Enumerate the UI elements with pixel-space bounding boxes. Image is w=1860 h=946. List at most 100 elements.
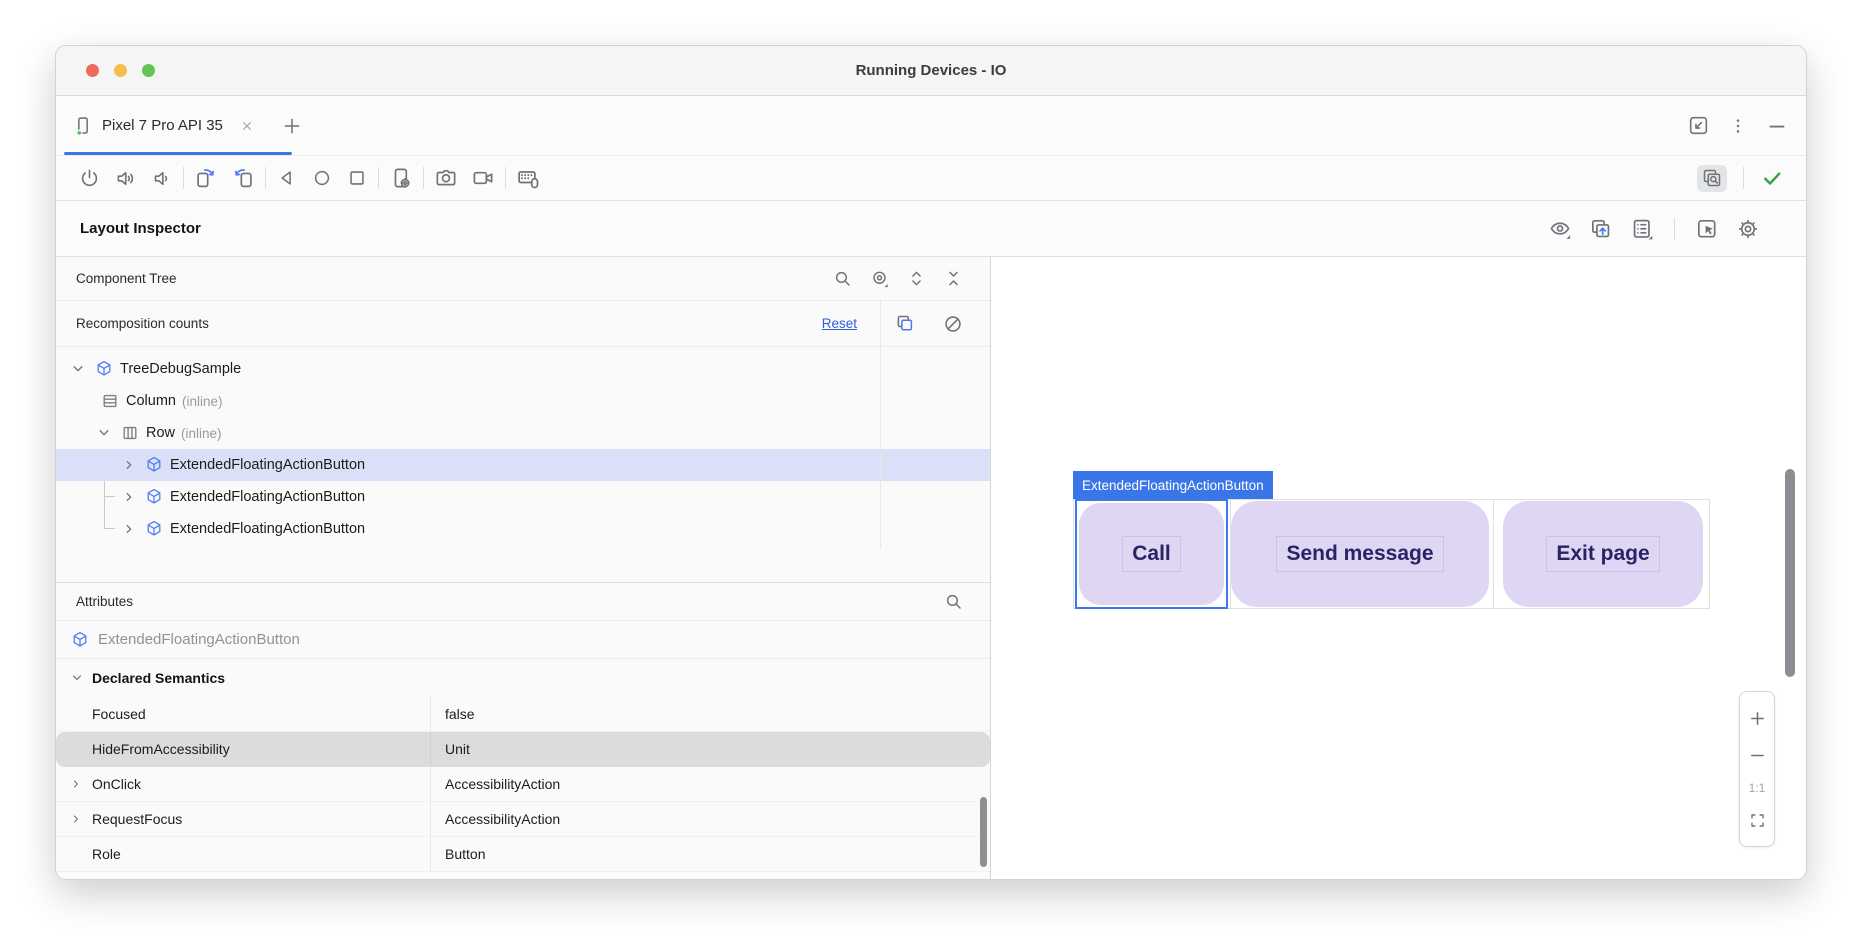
selection-label: ExtendedFloatingActionButton (1073, 471, 1273, 499)
chevron-down-icon[interactable] (68, 359, 88, 379)
chevron-right-icon[interactable] (68, 811, 84, 827)
select-component-icon[interactable] (1695, 217, 1719, 241)
tree-node-extendedfloatingactionbutton-1[interactable]: ExtendedFloatingActionButton (56, 449, 990, 481)
more-icon[interactable] (1728, 116, 1748, 136)
declared-semantics-section[interactable]: Declared Semantics (56, 659, 990, 697)
window-title: Running Devices - IO (56, 62, 1806, 79)
attr-row-hidefromaccessibility[interactable]: HideFromAccessibility Unit (56, 732, 990, 767)
running-devices-window: Running Devices - IO Pixel 7 Pro API 35 (55, 45, 1807, 880)
attributes-table: Focused false HideFromAccessibility Unit… (56, 697, 990, 872)
approve-icon[interactable] (1760, 166, 1784, 190)
tab-pixel-7-pro[interactable]: Pixel 7 Pro API 35 (56, 96, 261, 155)
phone-icon (72, 115, 94, 137)
tree-node-suffix: (inline) (182, 394, 223, 409)
tree-node-extendedfloatingactionbutton-3[interactable]: ExtendedFloatingActionButton (56, 513, 990, 545)
attr-name: HideFromAccessibility (56, 741, 430, 757)
exit-page-button-label: Exit page (1546, 536, 1659, 572)
compose-node-icon (144, 519, 164, 539)
volume-up-icon[interactable] (114, 167, 137, 190)
compose-node-icon (94, 359, 114, 379)
chevron-right-icon[interactable] (120, 520, 138, 538)
exit-page-button[interactable]: Exit page (1503, 501, 1703, 607)
send-message-button[interactable]: Send message (1231, 501, 1489, 607)
call-button[interactable]: Call (1079, 503, 1224, 605)
volume-down-icon[interactable] (150, 167, 173, 190)
power-icon[interactable] (78, 167, 101, 190)
preview-scrollbar[interactable] (1785, 469, 1795, 677)
layout-inspector-panel: Component Tree (56, 257, 991, 879)
dock-icon[interactable] (1687, 114, 1710, 137)
tree-node-label: Column (126, 393, 176, 409)
hardware-input-icon[interactable] (516, 166, 541, 191)
attr-row-focused[interactable]: Focused false (56, 697, 990, 732)
attributes-header: Attributes (56, 583, 990, 621)
tree-node-label: ExtendedFloatingActionButton (170, 521, 365, 537)
attr-name: Role (56, 846, 430, 862)
recomposition-counts-label: Recomposition counts (76, 316, 209, 331)
close-icon[interactable] (239, 118, 255, 134)
chevron-down-icon[interactable] (94, 423, 114, 443)
zoom-ratio-button[interactable]: 1:1 (1749, 781, 1766, 795)
layout-inspector-title: Layout Inspector (80, 220, 201, 237)
chevron-down-icon[interactable] (68, 669, 86, 687)
tree-node-label: Row (146, 425, 175, 441)
tree-options-icon[interactable] (1630, 217, 1654, 241)
device-preview: ExtendedFloatingActionButton Call Send m… (991, 257, 1806, 879)
expand-all-icon[interactable] (906, 268, 927, 289)
tree-node-treedebugsample[interactable]: TreeDebugSample (56, 353, 990, 385)
attr-row-requestfocus[interactable]: RequestFocus AccessibilityAction (56, 802, 990, 837)
attr-name: RequestFocus (56, 811, 430, 827)
collapse-all-icon[interactable] (943, 268, 964, 289)
visibility-icon[interactable] (1548, 217, 1572, 241)
chevron-right-icon[interactable] (68, 776, 84, 792)
device-settings-icon[interactable] (389, 166, 413, 190)
rotate-right-icon[interactable] (231, 166, 255, 190)
attr-row-onclick[interactable]: OnClick AccessibilityAction (56, 767, 990, 802)
attr-value: AccessibilityAction (430, 767, 990, 801)
screen-record-icon[interactable] (471, 166, 495, 190)
rotate-left-icon[interactable] (194, 166, 218, 190)
zoom-out-icon[interactable] (1747, 745, 1768, 766)
compose-node-icon (70, 630, 90, 650)
back-icon[interactable] (276, 167, 298, 189)
compose-node-icon (144, 455, 164, 475)
copy-icon[interactable] (894, 313, 916, 335)
tree-node-row[interactable]: Row (inline) (56, 417, 990, 449)
call-button-label: Call (1122, 536, 1181, 572)
tree-attributes-divider (56, 549, 990, 583)
ban-icon[interactable] (942, 313, 964, 335)
search-icon[interactable] (943, 591, 964, 612)
screenshot-icon[interactable] (434, 166, 458, 190)
export-snapshot-icon[interactable] (1589, 217, 1613, 241)
search-icon[interactable] (832, 268, 853, 289)
device-toolbar (56, 156, 1806, 201)
attributes-scrollbar[interactable] (980, 797, 987, 867)
zoom-in-icon[interactable] (1747, 708, 1768, 729)
tree-node-suffix: (inline) (181, 426, 222, 441)
attributes-title: Attributes (76, 594, 133, 609)
attr-value: Button (430, 837, 990, 871)
tree-node-extendedfloatingactionbutton-2[interactable]: ExtendedFloatingActionButton (56, 481, 990, 513)
tree-node-column[interactable]: Column (inline) (56, 385, 990, 417)
reset-link[interactable]: Reset (822, 316, 857, 331)
attr-row-role[interactable]: Role Button (56, 837, 990, 872)
highlight-options-icon[interactable] (869, 268, 890, 289)
plus-icon[interactable] (281, 115, 303, 137)
zoom-fit-icon[interactable] (1748, 811, 1767, 830)
column-icon (100, 391, 120, 411)
attr-value: Unit (430, 732, 990, 766)
tree-node-label: TreeDebugSample (120, 361, 241, 377)
compose-node-icon (144, 487, 164, 507)
layout-bounds-line (1493, 499, 1494, 609)
overview-icon[interactable] (346, 167, 368, 189)
selected-component-name: ExtendedFloatingActionButton (98, 631, 300, 648)
layout-inspector-toggle-icon[interactable] (1697, 165, 1727, 192)
gear-icon[interactable] (1736, 217, 1760, 241)
chevron-right-icon[interactable] (120, 456, 138, 474)
tab-bar: Pixel 7 Pro API 35 (56, 96, 1806, 156)
home-icon[interactable] (311, 167, 333, 189)
recomposition-counts-row: Recomposition counts Reset (56, 301, 990, 347)
selected-component-row: ExtendedFloatingActionButton (56, 621, 990, 659)
minimize-icon[interactable] (1766, 115, 1788, 137)
chevron-right-icon[interactable] (120, 488, 138, 506)
